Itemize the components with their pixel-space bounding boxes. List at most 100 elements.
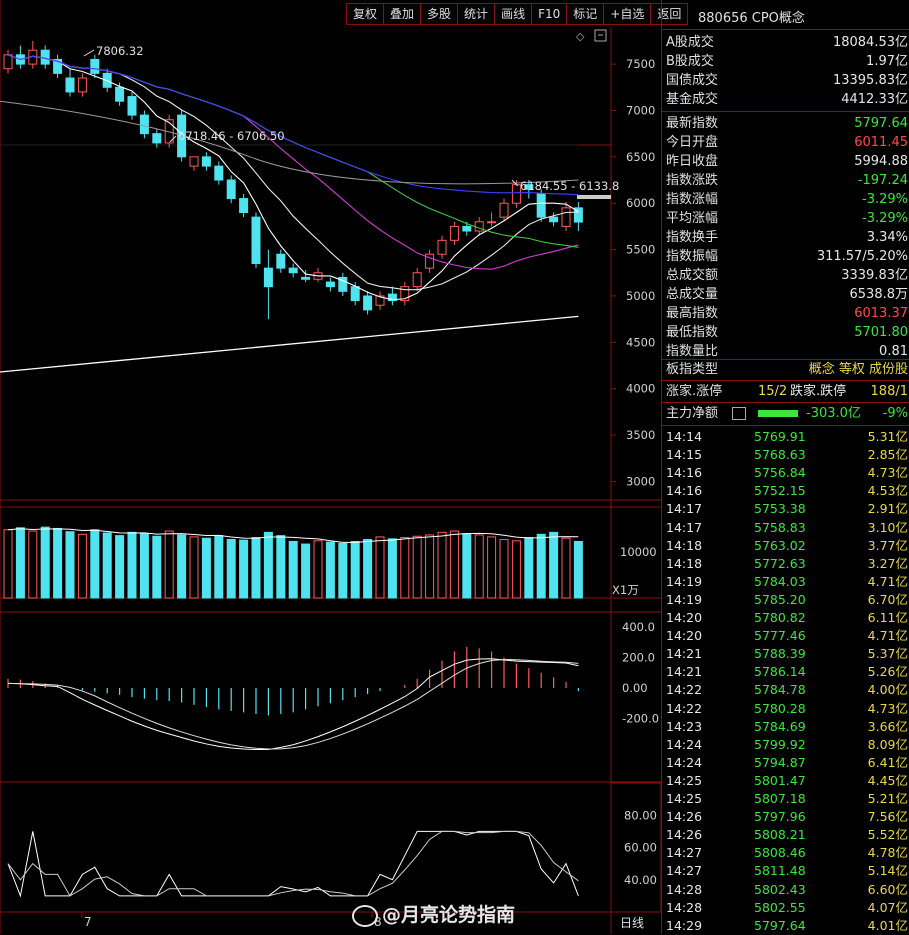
stat-label: 最新指数 <box>666 116 719 131</box>
volume-bar <box>536 533 546 599</box>
chart-toolbar: 复权 叠加 多股 统计 画线 F10 标记 +自选 返回 <box>346 3 689 25</box>
macd-tick: 0.00 <box>622 681 648 695</box>
tick-row: 14:25 5801.47 4.45亿 <box>664 771 909 790</box>
tick-amount: 5.52亿 <box>867 827 908 843</box>
tick-time: 14:21 <box>666 664 703 680</box>
ma-line <box>7 54 579 291</box>
tick-price: 5807.18 <box>754 791 806 806</box>
candle-body <box>412 272 422 288</box>
tick-price: 5756.84 <box>754 465 806 481</box>
toolbar-button-4[interactable]: 画线 <box>495 3 533 25</box>
tick-price: 5753.38 <box>754 501 806 517</box>
board-type-value[interactable]: 概念 等权 成份股 <box>809 360 908 379</box>
watermark: @月亮论势指南 <box>352 900 515 927</box>
stat-value: 1.97亿 <box>866 54 908 69</box>
ma-line <box>7 54 579 301</box>
toolbar-button-0[interactable]: 复权 <box>346 3 385 25</box>
kdj-k-line <box>7 830 579 898</box>
tick-amount: 2.91亿 <box>867 501 908 517</box>
tick-time: 14:28 <box>666 899 703 915</box>
price-tick: 3000 <box>626 474 655 488</box>
volume-bar <box>350 540 360 599</box>
toolbar-button-7[interactable]: +自选 <box>604 3 652 25</box>
volume-bar <box>325 541 335 599</box>
tick-row: 14:21 5786.14 5.26亿 <box>664 662 909 681</box>
volume-bar <box>77 533 87 599</box>
stat-label: 总成交额 <box>666 268 719 283</box>
tick-amount: 3.27亿 <box>867 555 908 571</box>
tick-time: 14:15 <box>666 447 703 463</box>
candle-body <box>77 77 87 93</box>
kdj-tick: 80.00 <box>624 808 657 822</box>
tick-time: 14:26 <box>666 809 703 825</box>
list-icon[interactable] <box>732 407 746 420</box>
volume-bar <box>28 530 38 599</box>
tick-amount: 5.31亿 <box>867 429 908 444</box>
period-label[interactable]: 日线 <box>620 916 644 930</box>
toolbar-button-1[interactable]: 叠加 <box>384 3 422 25</box>
tick-amount: 6.41亿 <box>867 754 908 770</box>
candle-body <box>437 239 447 255</box>
stat-row: 最新指数 5797.64 <box>664 114 909 133</box>
ma-mid-line <box>0 100 579 185</box>
candle-body <box>189 156 199 167</box>
toolbar-button-3[interactable]: 统计 <box>458 3 496 25</box>
toolbar-button-5[interactable]: F10 <box>532 3 568 25</box>
tick-price: 5802.55 <box>754 899 806 915</box>
tick-row: 14:17 5758.83 3.10亿 <box>664 518 909 537</box>
tick-price: 5784.78 <box>754 682 806 698</box>
tick-amount: 3.77亿 <box>867 537 908 553</box>
volume-bar <box>214 535 224 599</box>
stat-label: A股成交 <box>666 35 714 50</box>
tick-amount: 4.00亿 <box>867 682 908 698</box>
tick-time: 14:23 <box>666 718 703 734</box>
tick-time: 14:16 <box>666 465 703 481</box>
tick-row: 14:18 5763.02 3.77亿 <box>664 536 909 555</box>
tick-time: 14:14 <box>666 429 703 444</box>
toolbar-button-2[interactable]: 多股 <box>421 3 459 25</box>
tick-row: 14:24 5794.87 6.41亿 <box>664 753 909 772</box>
diamond-icon[interactable]: ◇ <box>576 30 585 43</box>
candlestick-chart[interactable]: ◇ 7806.32 6718.46 - 6706.50 6184.55 - 61… <box>0 0 661 934</box>
tick-price: 5797.64 <box>754 917 806 933</box>
toolbar-button-6[interactable]: 标记 <box>567 3 605 25</box>
volume-bar <box>90 529 100 599</box>
range-label-1: 6718.46 - 6706.50 <box>178 129 285 143</box>
tick-amount: 4.71亿 <box>867 628 908 644</box>
stat-row: A股成交 18084.53亿 <box>664 33 909 52</box>
tick-time: 14:28 <box>666 881 703 897</box>
volume-bar <box>102 532 112 599</box>
tick-amount: 6.70亿 <box>867 591 908 607</box>
stat-value: 5797.64 <box>854 116 908 131</box>
stat-row: 基金成交 4412.33亿 <box>664 90 909 109</box>
tick-price: 5786.14 <box>754 664 806 680</box>
tick-price: 5811.48 <box>754 863 806 879</box>
price-tick: 5500 <box>626 243 655 257</box>
tick-time: 14:18 <box>666 555 703 571</box>
tick-price: 5808.46 <box>754 845 806 861</box>
tick-time: 14:19 <box>666 573 703 589</box>
stat-value: 13395.83亿 <box>832 73 908 88</box>
volume-bar <box>301 543 311 599</box>
tick-time: 14:16 <box>666 483 703 499</box>
macd-tick: -200.0 <box>622 712 659 726</box>
volume-bar <box>177 534 187 599</box>
price-tick: 6500 <box>626 150 655 164</box>
candle-body <box>301 276 311 280</box>
tick-price: 5784.69 <box>754 718 806 734</box>
candle-body <box>288 267 298 274</box>
volume-bar <box>53 527 63 599</box>
vol-tick: 10000 <box>620 545 657 559</box>
tick-row: 14:29 5797.64 4.01亿 <box>664 916 909 935</box>
candle-body <box>251 216 261 265</box>
tick-row: 14:22 5784.78 4.00亿 <box>664 680 909 699</box>
volume-bar <box>164 530 174 599</box>
stat-row: 今日开盘 6011.45 <box>664 133 909 152</box>
tick-amount: 5.26亿 <box>867 664 908 680</box>
tick-amount: 6.60亿 <box>867 881 908 897</box>
volume-bar <box>139 533 149 599</box>
kdj-tick: 40.00 <box>624 873 657 887</box>
tick-amount: 7.56亿 <box>867 809 908 825</box>
tick-amount: 3.66亿 <box>867 718 908 734</box>
volume-bar <box>412 535 422 599</box>
